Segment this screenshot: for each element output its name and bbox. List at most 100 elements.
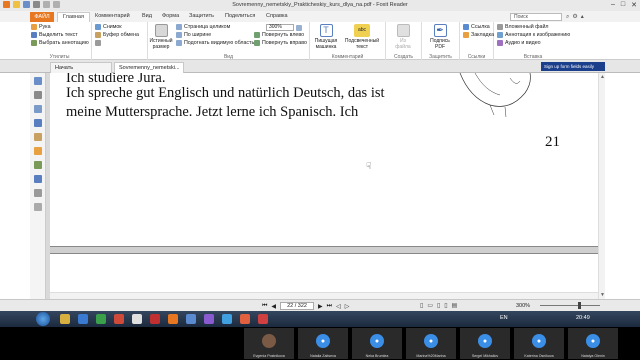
document-view[interactable]: Ich studiere Jura. Ich spreche gut Engli… [50, 73, 598, 299]
from-file-button[interactable]: Из файла [391, 24, 415, 50]
tools-panel-icon[interactable] [34, 189, 42, 197]
tab-form[interactable]: Форма [162, 13, 179, 19]
save-icon[interactable] [23, 1, 30, 8]
page-input[interactable]: 22 / 322 [280, 302, 315, 310]
sign-pdf-button[interactable]: ✒ Подпись PDF [428, 24, 452, 50]
excel-icon[interactable] [96, 314, 106, 324]
link-button[interactable]: Ссылка [463, 24, 490, 30]
next-page-icon[interactable]: ▶ [318, 303, 323, 310]
tab-view[interactable]: Вид [142, 13, 152, 19]
yandex-icon[interactable] [258, 314, 268, 324]
comments-panel-icon[interactable] [34, 119, 42, 127]
thumbnail-panel-icon[interactable] [34, 91, 42, 99]
zoom-in-button[interactable] [95, 40, 101, 46]
actual-size-button[interactable]: Истинный размер [149, 24, 173, 50]
tab-comment[interactable]: Комментарий [95, 13, 130, 19]
highlight-icon: abc [354, 24, 370, 37]
typewriter-button[interactable]: T Пишущая машинка [314, 24, 338, 50]
last-page-icon[interactable]: ⏭ [327, 303, 332, 310]
camera-icon [95, 24, 101, 30]
continuous-facing-icon[interactable]: ▤ [452, 303, 462, 309]
sign-up-tooltip[interactable]: Sign up form fields easily [541, 62, 605, 71]
participant-tile[interactable]: ● Natalya Olenin [568, 328, 618, 359]
print-icon[interactable] [33, 1, 40, 8]
bookmark-panel-icon[interactable] [34, 77, 42, 85]
redo-icon[interactable] [53, 1, 60, 8]
select-annotation-tool[interactable]: Выбрать аннотацию [31, 40, 89, 46]
maximize-button[interactable]: □ [621, 1, 625, 9]
media-player-icon[interactable] [240, 314, 250, 324]
tab-document[interactable]: Sovremenny_nemetski... × [114, 62, 184, 81]
participant-tile[interactable]: Evgenia Postnikova [244, 328, 294, 359]
audio-video-button[interactable]: Аудио и видео [497, 40, 541, 46]
tab-start[interactable]: Начать [50, 62, 112, 73]
word-icon[interactable] [78, 314, 88, 324]
link-panel-icon[interactable] [34, 161, 42, 169]
participant-tile[interactable]: ● Katerina Osnikova [514, 328, 564, 359]
search-input[interactable]: Поиск [510, 13, 562, 21]
participant-tile[interactable]: ● Marina%20Marina [406, 328, 456, 359]
tab-share[interactable]: Поделиться [225, 13, 255, 19]
next-view-icon[interactable]: ▷ [345, 303, 350, 310]
collapse-ribbon-icon[interactable]: ▴ [581, 14, 587, 20]
zoom-slider[interactable] [540, 305, 600, 306]
open-icon[interactable] [13, 1, 20, 8]
zoom-select[interactable]: 300% [266, 24, 302, 31]
select-text-tool[interactable]: Выделить текст [31, 32, 78, 38]
participant-tile[interactable]: ● Sergei Mikhailov [460, 328, 510, 359]
foxit-icon[interactable] [168, 314, 178, 324]
explorer-icon[interactable] [60, 314, 70, 324]
rotate-left-button[interactable]: Повернуть влево [254, 32, 304, 38]
app-logo-icon[interactable] [3, 1, 10, 8]
first-page-icon[interactable]: ⏮ [262, 303, 267, 310]
prev-view-icon[interactable]: ◁ [336, 303, 341, 310]
tab-file[interactable]: ФАЙЛ [30, 12, 54, 22]
zoom-app-icon[interactable] [186, 314, 196, 324]
title-bar: Sovremenny_nemetskiy_Prakticheskiy_kurs_… [0, 0, 640, 11]
undo-icon[interactable] [43, 1, 50, 8]
language-indicator[interactable]: EN [500, 315, 508, 321]
participant-tile[interactable]: ● Neka Brumlea [352, 328, 402, 359]
settings-icon[interactable]: ⚙ [572, 14, 580, 20]
view-mode-icons: ▯▭▯▯▤ [420, 302, 461, 309]
zoom-slider-handle[interactable] [578, 302, 581, 309]
viber-icon[interactable] [204, 314, 214, 324]
layers-panel-icon[interactable] [34, 105, 42, 113]
powerpoint-icon[interactable] [114, 314, 124, 324]
hand-tool[interactable]: Рука [31, 24, 51, 30]
participant-tile[interactable]: ● Natalia Zaitseva [298, 328, 348, 359]
skype-icon[interactable] [222, 314, 232, 324]
paperclip-icon [497, 24, 503, 30]
zoom-in-icon[interactable] [296, 24, 302, 31]
snapshot-button[interactable]: Снимок [95, 24, 122, 30]
attached-file-button[interactable]: Вложенный файл [497, 24, 549, 30]
clipboard-button[interactable]: Буфер обмена [95, 32, 139, 38]
rotate-right-button[interactable]: Повернуть вправо [254, 40, 307, 46]
fit-visible-button[interactable]: Подогнать видимую область [176, 40, 254, 46]
opera-icon[interactable] [150, 314, 160, 324]
security-panel-icon[interactable] [34, 147, 42, 155]
more-panel-icon[interactable] [34, 203, 42, 211]
scroll-down-icon[interactable]: ▼ [600, 292, 605, 298]
horizontal-scrollbar[interactable] [50, 292, 598, 299]
facing-icon[interactable]: ▯▯ [437, 303, 452, 309]
prev-page-icon[interactable]: ◀ [271, 303, 276, 310]
signature-panel-icon[interactable] [34, 175, 42, 183]
bookmark-button[interactable]: Закладка [463, 32, 494, 38]
start-button[interactable] [36, 312, 50, 326]
chrome-icon[interactable] [132, 314, 142, 324]
continuous-icon[interactable]: ▭ [427, 303, 437, 309]
fit-page-button[interactable]: Страница целиком [176, 24, 230, 30]
close-button[interactable]: ✕ [631, 1, 637, 9]
highlight-button[interactable]: abc Подсвеченный текст [342, 24, 382, 50]
minimize-button[interactable]: – [611, 1, 615, 9]
tab-help[interactable]: Справка [266, 13, 288, 19]
tab-home[interactable]: Главная [57, 12, 90, 22]
tab-protect[interactable]: Защитить [189, 13, 214, 19]
image-annotation-button[interactable]: Аннотация к изображению [497, 32, 570, 38]
attachments-panel-icon[interactable] [34, 133, 42, 141]
scroll-up-icon[interactable]: ▲ [600, 74, 605, 80]
clock[interactable]: 20:49 [576, 315, 590, 321]
fit-width-button[interactable]: По ширине [176, 32, 211, 38]
vertical-scrollbar[interactable]: ▲ ▼ [598, 73, 605, 299]
